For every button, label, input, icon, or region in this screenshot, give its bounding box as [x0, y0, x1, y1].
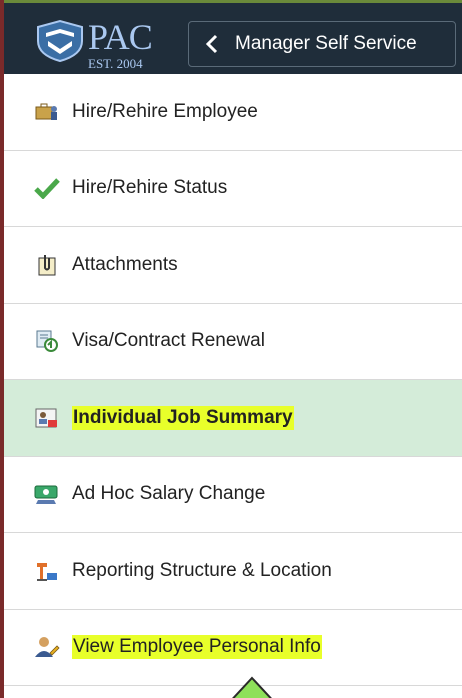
menu-item-label: Visa/Contract Renewal — [72, 330, 265, 352]
menu-item-label: Attachments — [72, 253, 178, 275]
menu-list: Hire/Rehire Employee Hire/Rehire Status … — [4, 74, 462, 686]
salary-icon — [34, 481, 60, 507]
menu-item-label: Hire/Rehire Status — [72, 177, 228, 199]
menu-item-label: View Employee Personal Info — [72, 635, 322, 660]
menu-item-label: Individual Job Summary — [72, 405, 294, 430]
paperclip-icon — [34, 252, 60, 278]
menu-item-hire-rehire-employee[interactable]: Hire/Rehire Employee — [4, 74, 462, 151]
menu-item-visa-contract-renewal[interactable]: Visa/Contract Renewal — [4, 304, 462, 380]
job-summary-icon — [34, 405, 60, 431]
app-frame: PAC EST. 2004 Manager Self Service Hire/… — [0, 0, 462, 698]
up-arrow-icon — [232, 676, 272, 698]
person-pencil-icon — [34, 634, 60, 660]
chevron-left-icon — [205, 34, 218, 54]
menu-item-label: Hire/Rehire Employee — [72, 100, 258, 122]
pac-logo: PAC EST. 2004 — [34, 17, 184, 75]
menu-item-reporting-structure-location[interactable]: Reporting Structure & Location — [4, 533, 462, 610]
menu-item-attachments[interactable]: Attachments — [4, 227, 462, 304]
briefcase-person-icon — [34, 99, 60, 125]
menu-item-hire-rehire-status[interactable]: Hire/Rehire Status — [4, 151, 462, 227]
document-renew-icon — [34, 328, 60, 354]
menu-item-individual-job-summary[interactable]: Individual Job Summary — [4, 380, 462, 457]
logo-est: EST. 2004 — [88, 56, 143, 71]
menu-item-label: Ad Hoc Salary Change — [72, 483, 266, 505]
back-button-label: Manager Self Service — [235, 33, 417, 54]
menu-item-ad-hoc-salary-change[interactable]: Ad Hoc Salary Change — [4, 457, 462, 533]
checkmark-icon — [34, 175, 60, 201]
menu-item-view-employee-personal-info[interactable]: View Employee Personal Info — [4, 610, 462, 686]
logo-text: PAC — [88, 17, 153, 57]
back-button[interactable]: Manager Self Service — [188, 21, 456, 67]
org-structure-icon — [34, 558, 60, 584]
menu-item-label: Reporting Structure & Location — [72, 559, 332, 581]
header-bar: PAC EST. 2004 Manager Self Service — [4, 0, 462, 74]
shield-logo-icon — [37, 19, 83, 63]
